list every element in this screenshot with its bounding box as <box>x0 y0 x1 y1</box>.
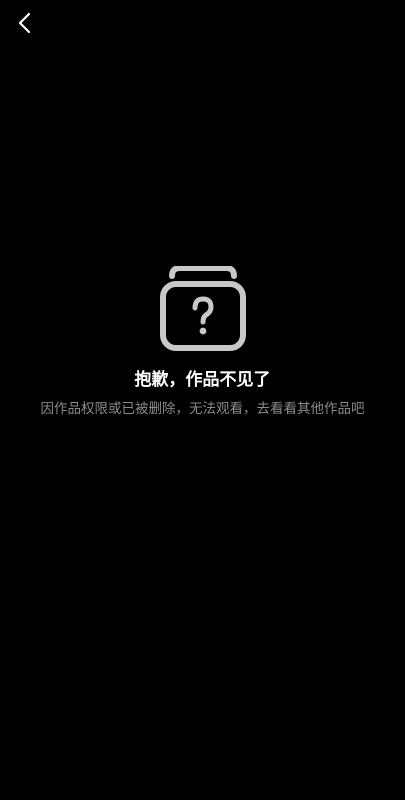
chevron-left-icon <box>18 12 31 34</box>
question-mark-stack-icon <box>159 266 246 351</box>
empty-description: 因作品权限或已被删除，无法观看，去看看其他作品吧 <box>40 401 365 417</box>
back-button[interactable] <box>10 8 40 38</box>
empty-state: 抱歉，作品不见了 因作品权限或已被删除，无法观看，去看看其他作品吧 <box>0 266 405 418</box>
empty-title: 抱歉，作品不见了 <box>134 370 271 390</box>
